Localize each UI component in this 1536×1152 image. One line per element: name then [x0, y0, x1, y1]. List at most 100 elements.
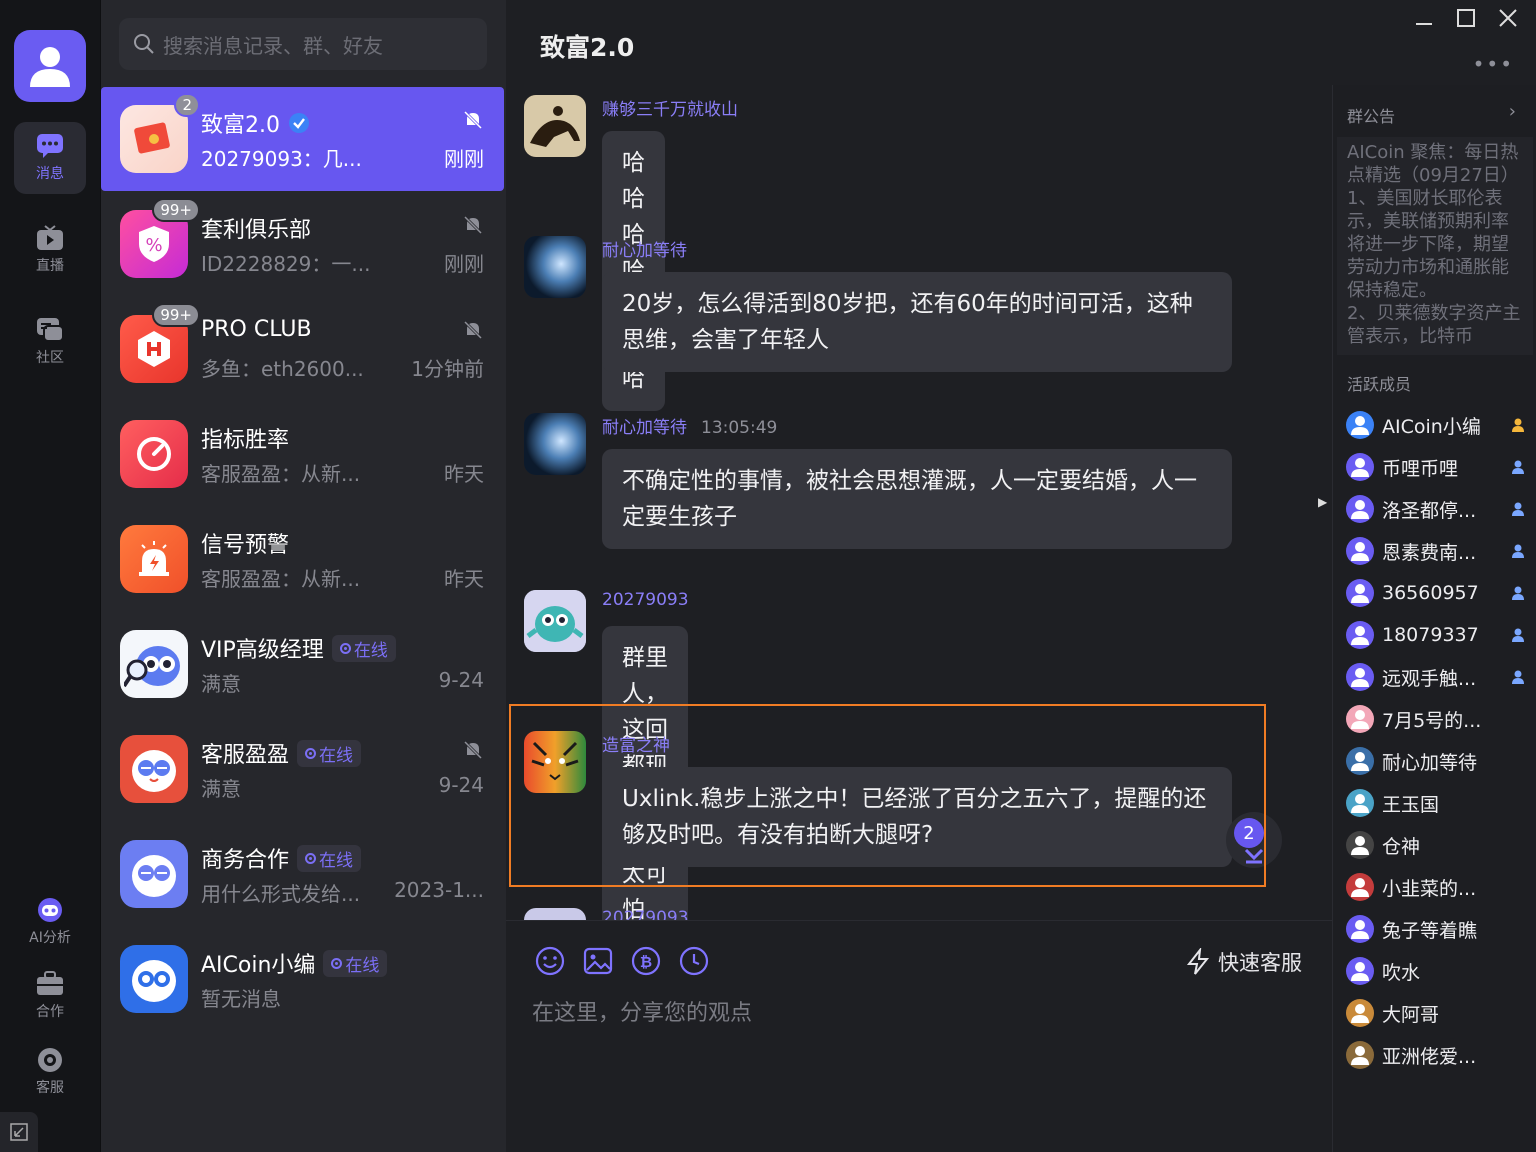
rail-community[interactable]: 社区 [14, 306, 86, 378]
search-icon [134, 34, 154, 54]
member-item[interactable]: 王玉国 [1346, 786, 1526, 820]
user-icon [1351, 542, 1369, 561]
conversation-time: 刚刚 [444, 252, 484, 276]
sender-name[interactable]: 耐心加等待 [602, 236, 687, 261]
emoji-icon[interactable] [534, 945, 566, 977]
user-icon [30, 47, 70, 87]
close-icon[interactable] [1498, 8, 1518, 28]
message-input[interactable]: 在这里，分享您的观点 [532, 995, 752, 1027]
member-item[interactable]: 36560957 [1346, 576, 1526, 610]
more-options-icon[interactable]: ••• [1473, 52, 1514, 76]
member-item[interactable]: 耐心加等待 [1346, 744, 1526, 778]
conversation-item[interactable]: % 99+ 套利俱乐部 ID2228829：一... 刚刚 [101, 192, 504, 296]
highlighted-message-frame [509, 704, 1266, 887]
conversation-item[interactable]: VIP高级经理 在线 满意 9-24 [101, 612, 504, 716]
conversation-item[interactable]: 商务合作 在线 用什么形式发给... 2023-1... [101, 822, 504, 926]
user-avatar[interactable] [14, 30, 86, 102]
rail-ai-analysis[interactable]: AI分析 [14, 886, 86, 958]
quick-service-button[interactable]: 快速客服 [1186, 947, 1302, 977]
unread-badge: 2 [174, 93, 200, 117]
member-item[interactable]: 币哩币哩 [1346, 450, 1526, 484]
conversation-title-text: AICoin小编 [201, 953, 316, 978]
contact-avatar [120, 840, 188, 908]
member-item[interactable]: 恩素费南... [1346, 534, 1526, 568]
image-icon[interactable] [582, 945, 614, 977]
alarm-icon [139, 541, 169, 576]
bitcoin-icon[interactable]: ₿ [630, 945, 662, 977]
chevron-right-icon[interactable]: › [1509, 101, 1516, 122]
sender-avatar[interactable] [524, 590, 586, 652]
sender-avatar[interactable] [524, 95, 586, 157]
conversation-item[interactable]: 指标胜率 客服盈盈：从新... 昨天 [101, 402, 504, 506]
conversation-item[interactable]: 99+ PRO CLUB 多鱼：eth2600... 1分钟前 [101, 297, 504, 401]
sender-avatar[interactable] [524, 413, 586, 475]
minimize-icon[interactable] [1414, 8, 1434, 28]
owl-mascot-icon [124, 646, 180, 688]
conversation-item[interactable]: 客服盈盈 在线 满意 9-24 [101, 717, 504, 821]
admin-icon [1512, 628, 1524, 642]
member-item[interactable]: 兔子等着瞧 [1346, 912, 1526, 946]
member-name: 吹水 [1382, 961, 1421, 984]
conversation-preview: 20279093：几... [201, 147, 362, 171]
member-item[interactable]: 洛圣都停... [1346, 492, 1526, 526]
rail-support[interactable]: 客服 [14, 1036, 86, 1108]
member-name: 亚洲佬爱... [1382, 1045, 1477, 1068]
member-item[interactable]: 18079337 [1346, 618, 1526, 652]
member-item[interactable]: 亚洲佬爱... [1346, 1038, 1526, 1072]
rail-cooperation[interactable]: 合作 [14, 960, 86, 1032]
member-item[interactable]: 大阿哥 [1346, 996, 1526, 1030]
conversation-time: 昨天 [444, 462, 484, 486]
sender-name[interactable]: 20279093 [602, 590, 689, 610]
sender-name[interactable]: 赚够三千万就收山 [602, 95, 738, 120]
online-dot-icon [331, 957, 343, 969]
mute-bell-icon [463, 110, 483, 130]
member-item[interactable]: 小韭菜的... [1346, 870, 1526, 904]
user-icon [1351, 458, 1369, 477]
clock-icon[interactable] [678, 945, 710, 977]
verified-icon [289, 113, 309, 133]
member-item[interactable]: 远观手触... [1346, 660, 1526, 694]
conversation-item[interactable]: 信号预警 客服盈盈：从新... 昨天 [101, 507, 504, 611]
contact-avatar [120, 735, 188, 803]
rail-messages[interactable]: 消息 [14, 122, 86, 194]
member-avatar [1346, 705, 1374, 733]
sender-name[interactable]: 20279093 [602, 908, 689, 920]
user-icon [1351, 1046, 1369, 1065]
conversation-item[interactable]: 2 致富2.0 20279093：几... 刚刚 [101, 87, 504, 191]
group-avatar [120, 525, 188, 593]
member-name: 小韭菜的... [1382, 877, 1477, 900]
conversation-title-text: 客服盈盈 [201, 743, 290, 768]
mute-bell-icon [463, 320, 483, 340]
group-notice-text: AICoin 聚焦：每日热点精选（09月27日） 1、美国财长耶伦表示，美联储预… [1347, 142, 1521, 347]
group-notice[interactable]: AICoin 聚焦：每日热点精选（09月27日） 1、美国财长耶伦表示，美联储预… [1337, 137, 1533, 355]
conversation-item[interactable]: AICoin小编 在线 暂无消息 [101, 927, 504, 1031]
search-input[interactable]: 搜索消息记录、群、好友 [119, 18, 487, 70]
member-avatar [1346, 537, 1374, 565]
resize-button[interactable] [0, 1112, 38, 1152]
chat-title: 致富2.0 [540, 33, 635, 62]
member-name: 36560957 [1382, 582, 1479, 604]
user-icon [1351, 1004, 1369, 1023]
member-item[interactable]: 7月5号的... [1346, 702, 1526, 736]
member-name: 7月5号的... [1382, 709, 1482, 732]
sender-avatar[interactable] [524, 908, 586, 920]
sender-name[interactable]: 耐心加等待 13:05:49 [602, 413, 777, 438]
mute-bell-icon [463, 740, 483, 760]
collapse-panel-icon[interactable]: ▶ [1318, 495, 1327, 509]
user-icon [1351, 500, 1369, 519]
online-status: 在线 [297, 844, 362, 872]
sender-avatar[interactable] [524, 236, 586, 298]
conversation-title: PRO CLUB [201, 317, 312, 342]
contact-avatar [120, 945, 188, 1013]
member-item[interactable]: AICoin小编 [1346, 408, 1526, 442]
member-name: 币哩币哩 [1382, 457, 1459, 480]
gauge-icon [137, 437, 171, 471]
rail-live[interactable]: 直播 [14, 214, 86, 286]
member-item[interactable]: 仓神 [1346, 828, 1526, 862]
maximize-icon[interactable] [1456, 8, 1476, 28]
notice-label: 群公告 [1347, 107, 1396, 126]
user-icon [1351, 626, 1369, 645]
group-avatar: 2 [120, 93, 200, 173]
member-name: AICoin小编 [1382, 415, 1481, 438]
member-item[interactable]: 吹水 [1346, 954, 1526, 988]
